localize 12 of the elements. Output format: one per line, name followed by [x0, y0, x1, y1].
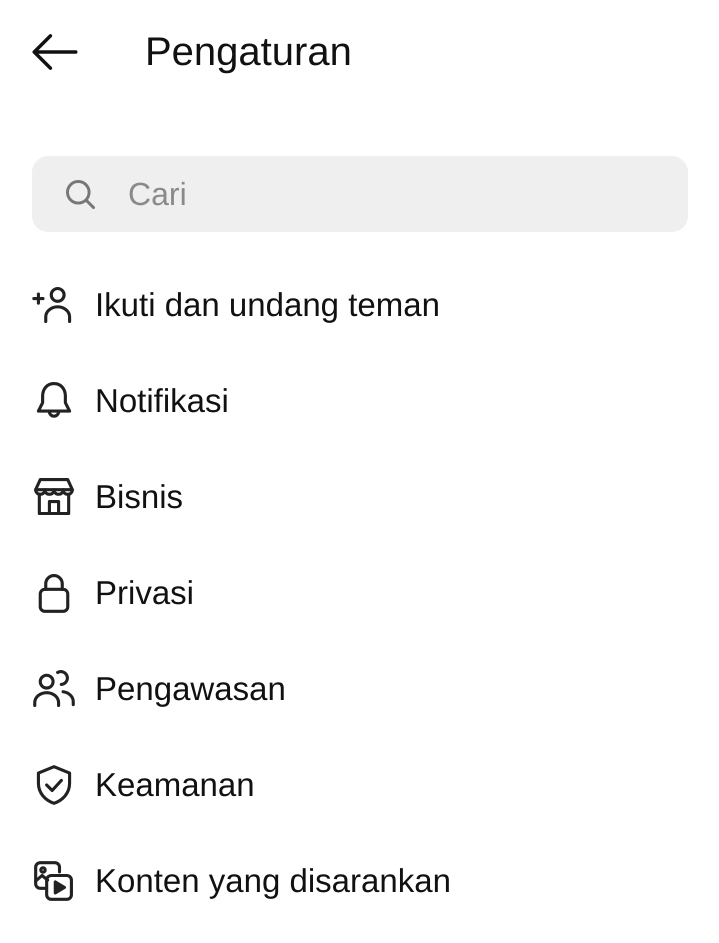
- page-title: Pengaturan: [145, 29, 352, 76]
- back-arrow-icon: [32, 34, 78, 70]
- settings-menu-item[interactable]: Bisnis: [32, 449, 688, 545]
- media-icon: [32, 859, 76, 903]
- settings-menu-item[interactable]: Notifikasi: [32, 353, 688, 449]
- settings-menu-item[interactable]: Ikuti dan undang teman: [32, 257, 688, 353]
- settings-menu-item[interactable]: Konten yang disarankan: [32, 833, 688, 929]
- search-icon: [66, 180, 95, 209]
- settings-menu-item[interactable]: Keamanan: [32, 737, 688, 833]
- settings-menu-item[interactable]: Privasi: [32, 545, 688, 641]
- search-field[interactable]: Cari: [32, 156, 688, 232]
- settings-menu-item[interactable]: Pengawasan: [32, 641, 688, 737]
